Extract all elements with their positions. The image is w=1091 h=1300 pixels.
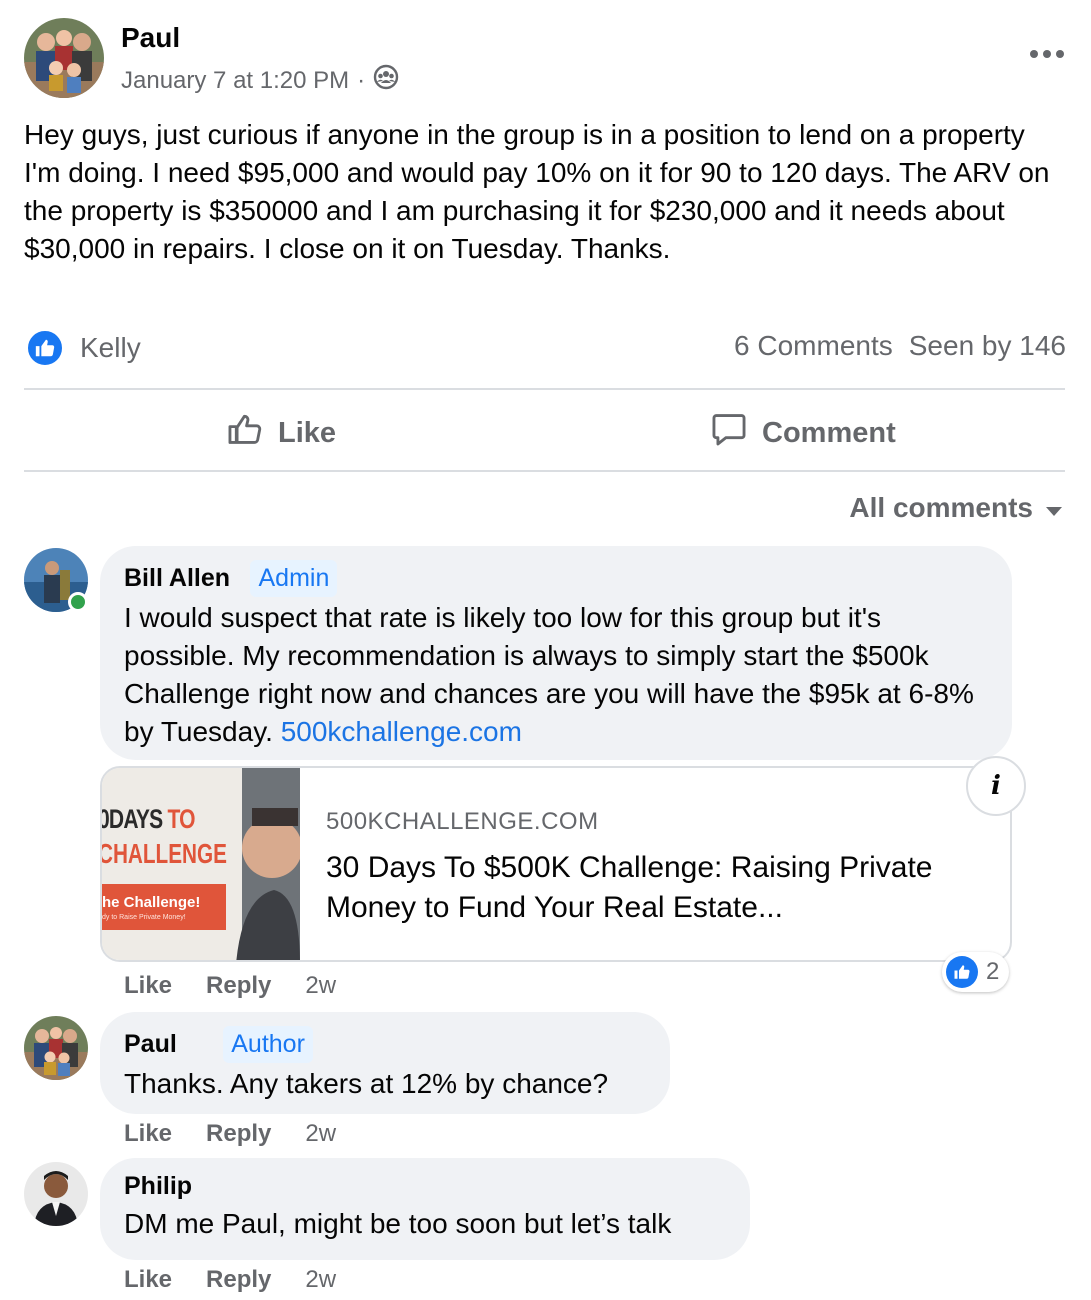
post-stats: 6 Comments Seen by 146 xyxy=(734,330,1066,362)
thumb-heading: 0DAYS TO xyxy=(102,804,196,834)
comment-bubble: Philip DM me Paul, might be too soon but… xyxy=(100,1158,750,1260)
comments-count[interactable]: 6 Comments xyxy=(734,330,893,362)
comment-actions: Like Reply 2w xyxy=(124,1120,336,1148)
post-author-name[interactable]: Paul xyxy=(121,22,180,54)
sort-label: All comments xyxy=(849,492,1033,523)
link-domain: 500KCHALLENGE.COM xyxy=(326,808,599,835)
link-preview-thumbnail: 0DAYS TO CHALLENGE he Challenge! dy to R… xyxy=(102,768,300,960)
comment-reply-button[interactable]: Reply xyxy=(206,972,271,1000)
author-badge: Author xyxy=(223,1026,313,1063)
commenter-avatar[interactable] xyxy=(24,1162,88,1226)
comment-bubble: Paul Author Thanks. Any takers at 12% by… xyxy=(100,1012,670,1114)
comment-age[interactable]: 2w xyxy=(305,972,336,1000)
comment-label: Comment xyxy=(762,416,896,449)
comment-bubble-icon xyxy=(710,410,748,456)
comment-reaction-count[interactable]: 2 xyxy=(942,952,1010,992)
comment-age[interactable]: 2w xyxy=(305,1120,336,1148)
caret-down-icon xyxy=(1045,492,1063,524)
comment-link[interactable]: 500kchallenge.com xyxy=(281,716,522,747)
online-status-indicator xyxy=(68,592,88,612)
comment-text: I would suspect that rate is likely too … xyxy=(124,599,988,751)
more-options-icon[interactable] xyxy=(1027,42,1067,66)
divider xyxy=(24,388,1065,390)
commenter-avatar[interactable] xyxy=(24,1016,88,1080)
post-timestamp[interactable]: January 7 at 1:20 PM xyxy=(121,67,349,95)
like-reaction-icon[interactable] xyxy=(26,329,64,367)
like-button[interactable]: Like xyxy=(226,410,336,456)
like-reaction-icon xyxy=(946,956,978,988)
info-icon[interactable]: i xyxy=(966,756,1026,816)
comment-item: Paul Author Thanks. Any takers at 12% by… xyxy=(24,1012,1064,1156)
reactions-row: Kelly 6 Comments Seen by 146 xyxy=(26,328,1066,368)
link-title: 30 Days To $500K Challenge: Raising Priv… xyxy=(326,851,933,924)
comment-age[interactable]: 2w xyxy=(305,1266,336,1294)
comments-sort-dropdown[interactable]: All comments xyxy=(849,492,1063,524)
thumbs-up-icon xyxy=(226,410,264,456)
comment-actions: Like Reply 2w xyxy=(124,1266,336,1294)
comment-button[interactable]: Comment xyxy=(710,410,896,456)
group-icon xyxy=(373,64,399,97)
comment-like-button[interactable]: Like xyxy=(124,1120,172,1148)
action-bar: Like Comment xyxy=(24,392,1065,470)
comment-text-body: I would suspect that rate is likely too … xyxy=(124,602,974,747)
comment-like-button[interactable]: Like xyxy=(124,972,172,1000)
admin-badge: Admin xyxy=(250,560,338,597)
post-meta: January 7 at 1:20 PM · xyxy=(121,64,399,97)
comment-reply-button[interactable]: Reply xyxy=(206,1266,271,1294)
comment-actions: Like Reply 2w xyxy=(124,972,336,1000)
divider xyxy=(24,470,1065,472)
comment-like-button[interactable]: Like xyxy=(124,1266,172,1294)
reactor-name[interactable]: Kelly xyxy=(80,332,141,364)
link-preview-card[interactable]: 0DAYS TO CHALLENGE he Challenge! dy to R… xyxy=(100,766,1012,962)
comment-text: DM me Paul, might be too soon but let’s … xyxy=(124,1208,672,1239)
commenter-name[interactable]: Paul xyxy=(124,1030,177,1059)
thumb-banner-sub: dy to Raise Private Money! xyxy=(102,914,186,921)
post-body: Hey guys, just curious if anyone in the … xyxy=(24,119,1050,264)
comment-item: Philip DM me Paul, might be too soon but… xyxy=(24,1158,1064,1298)
thumb-subheading: CHALLENGE xyxy=(102,838,227,869)
seen-by-count[interactable]: Seen by 146 xyxy=(909,330,1066,362)
commenter-name[interactable]: Bill Allen xyxy=(124,564,230,593)
comment-item: Bill Allen Admin I would suspect that ra… xyxy=(24,546,1064,1008)
author-avatar[interactable] xyxy=(24,18,104,98)
comment-reply-button[interactable]: Reply xyxy=(206,1120,271,1148)
comment-text: Thanks. Any takers at 12% by chance? xyxy=(124,1068,609,1099)
comment-bubble: Bill Allen Admin I would suspect that ra… xyxy=(100,546,1012,760)
meta-separator: · xyxy=(357,66,366,94)
post-header: Paul January 7 at 1:20 PM · xyxy=(24,18,1067,102)
thumb-banner: he Challenge! xyxy=(102,894,201,911)
reaction-count: 2 xyxy=(986,958,1000,985)
like-label: Like xyxy=(278,416,337,449)
commenter-name[interactable]: Philip xyxy=(124,1172,192,1201)
